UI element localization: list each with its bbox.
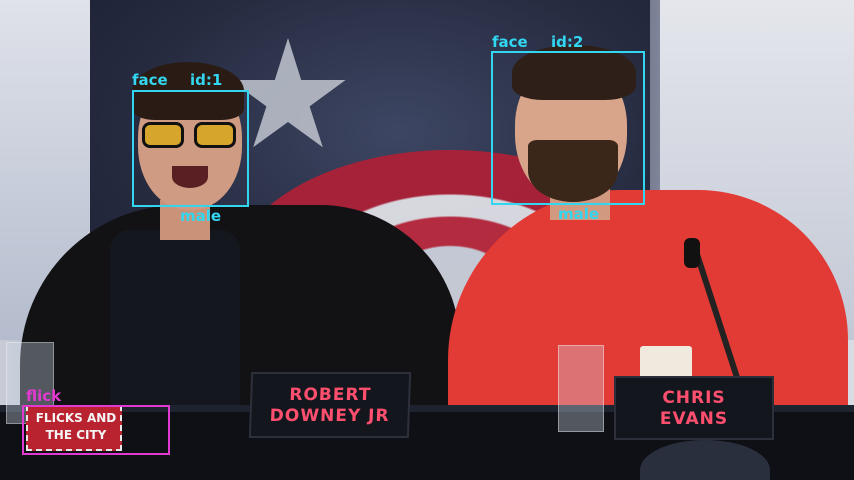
logo-detection-box <box>22 405 170 455</box>
name-plate-2: CHRIS EVANS <box>614 376 774 440</box>
name-plate-1: ROBERT DOWNEY JR <box>248 372 412 438</box>
video-frame: ROBERT DOWNEY JR CHRIS EVANS face id:1 m… <box>0 0 854 480</box>
face-1-id-label: id:1 <box>190 71 223 89</box>
name-plate-1-line1: ROBERT <box>288 385 372 405</box>
face-2-class-label: face <box>492 33 528 51</box>
face-box-1 <box>132 90 249 207</box>
face-1-class-label: face <box>132 71 168 89</box>
logo-detection-label: flick <box>26 387 62 405</box>
microphone-head <box>684 238 700 268</box>
face-1-gender-label: male <box>180 207 222 225</box>
face-box-2 <box>491 51 645 205</box>
face-2-gender-label: male <box>558 205 600 223</box>
face-2-id-label: id:2 <box>551 33 584 51</box>
water-glass-right <box>558 345 604 432</box>
name-plate-2-line1: CHRIS <box>662 388 726 408</box>
person-1-shirt <box>110 230 240 430</box>
name-plate-1-line2: DOWNEY JR <box>269 406 390 426</box>
name-plate-2-line2: EVANS <box>659 409 729 429</box>
